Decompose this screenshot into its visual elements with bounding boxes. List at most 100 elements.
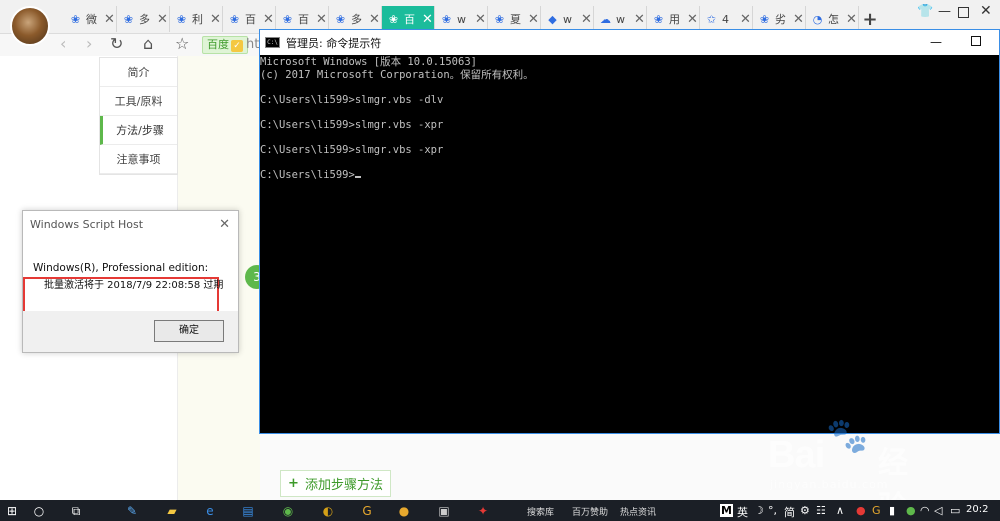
explorer-icon[interactable]: ▤: [240, 503, 256, 519]
baidu-paw-icon: ❀: [441, 12, 452, 26]
add-step-button[interactable]: + 添加步骤方法: [280, 470, 391, 497]
dialog-content: Windows(R), Professional edition: 批量激活将于…: [23, 239, 238, 329]
folder-app-icon[interactable]: ▰: [164, 503, 180, 519]
tray-g-icon[interactable]: G: [872, 504, 881, 517]
tab-close-icon[interactable]: ✕: [581, 13, 592, 26]
tab-close-icon[interactable]: ✕: [210, 13, 221, 26]
tab-title: 多: [351, 13, 362, 26]
taskbar-button-label[interactable]: 百万赞助: [572, 505, 608, 518]
search-icon[interactable]: ○: [31, 503, 47, 519]
cmd-title: 管理员: 命令提示符: [286, 36, 382, 50]
cmd-console[interactable]: Microsoft Windows [版本 10.0.15063] (c) 201…: [260, 55, 999, 182]
baidu-paw-icon: ❀: [176, 12, 187, 26]
baidu-paw-icon: ❀: [653, 12, 664, 26]
cmd-titlebar[interactable]: C:\ 管理员: 命令提示符 —: [260, 30, 999, 55]
sidenav-item[interactable]: 方法/步骤: [100, 116, 177, 145]
minimize-icon[interactable]: —: [938, 4, 951, 19]
ime-language[interactable]: 英: [737, 504, 748, 520]
g-app-icon[interactable]: G: [359, 503, 375, 519]
tray-expand-icon[interactable]: ∧: [836, 504, 844, 517]
avatar[interactable]: [10, 6, 50, 46]
tray-app-icon[interactable]: ●: [856, 504, 866, 517]
home-icon[interactable]: ⌂: [143, 34, 153, 56]
browser-app-icon[interactable]: ◉: [280, 503, 296, 519]
ime-punctuation-icon[interactable]: °,: [768, 504, 777, 517]
ime-toolbox-icon[interactable]: ☷: [816, 504, 826, 517]
favorite-star-icon[interactable]: ☆: [175, 34, 189, 56]
plus-icon: +: [288, 476, 299, 491]
sidenav-item[interactable]: 注意事项: [100, 145, 177, 174]
baidu-paw-icon: ❀: [335, 12, 346, 26]
tab-close-icon[interactable]: ✕: [687, 13, 698, 26]
tab-close-icon[interactable]: ✕: [793, 13, 804, 26]
taskbar-clock[interactable]: 20:2: [966, 504, 988, 515]
tab-title: 利: [192, 13, 203, 26]
cmd-line-text: C:\Users\li599>: [260, 169, 355, 182]
watermark-brand: Bai: [768, 434, 825, 476]
tab-close-icon[interactable]: ✕: [846, 13, 857, 26]
tray-wifi-icon[interactable]: ◠: [920, 504, 930, 517]
article-sidenav: 简介 工具/原料 方法/步骤 注意事项: [99, 57, 178, 175]
forward-icon[interactable]: ›: [86, 34, 92, 56]
cmd-output-line: [260, 132, 999, 145]
ime-simplified[interactable]: 简: [784, 504, 795, 520]
tab-close-icon[interactable]: ✕: [528, 13, 539, 26]
star-icon: ✩: [706, 12, 717, 26]
cmd-minimize-icon[interactable]: —: [930, 35, 942, 49]
dialog-close-icon[interactable]: ✕: [219, 211, 230, 239]
cmd-window[interactable]: C:\ 管理员: 命令提示符 — Microsoft Windows [版本 1…: [259, 29, 1000, 434]
tab-close-icon[interactable]: ✕: [740, 13, 751, 26]
search-engine-badge[interactable]: 百度 ✓: [202, 36, 248, 54]
tray-volume-icon[interactable]: ◁: [934, 504, 942, 517]
back-icon[interactable]: ‹: [60, 34, 66, 56]
edge-icon[interactable]: e: [202, 503, 218, 519]
browser-tab[interactable]: ❀ 利 ✕: [170, 6, 223, 32]
cmd-output-line: [260, 81, 999, 94]
ok-button[interactable]: 确定: [154, 320, 224, 342]
cmd-output-line: [260, 106, 999, 119]
tab-close-icon[interactable]: ✕: [634, 13, 645, 26]
close-window-icon[interactable]: ✕: [980, 3, 992, 19]
dialog-titlebar[interactable]: Windows Script Host ✕: [23, 211, 238, 239]
avatar-app-icon[interactable]: ●: [396, 503, 412, 519]
tab-title: 4: [722, 12, 729, 26]
cmd-taskbar-icon[interactable]: ▣: [436, 503, 452, 519]
tab-close-icon[interactable]: ✕: [316, 13, 327, 26]
sidenav-item[interactable]: 简介: [100, 58, 177, 87]
browser-tab[interactable]: ❀ 多 ✕: [117, 6, 170, 32]
media-app-icon[interactable]: ◐: [320, 503, 336, 519]
taskbar-search-label[interactable]: 搜索库: [527, 505, 554, 518]
tab-title: 百: [404, 13, 415, 26]
refresh-icon[interactable]: ↻: [110, 34, 123, 56]
cmd-maximize-icon[interactable]: [971, 36, 981, 46]
expiry-text: 批量激活将于 2018/7/9 22:08:58 过期: [44, 280, 224, 291]
task-view-icon[interactable]: ⧉: [68, 503, 84, 519]
tab-close-icon[interactable]: ✕: [422, 13, 433, 26]
tab-close-icon[interactable]: ✕: [104, 13, 115, 26]
tab-title: 夏: [510, 13, 521, 26]
tab-title: 百: [245, 13, 256, 26]
cmd-output-line: C:\Users\li599>slmgr.vbs -xpr: [260, 144, 999, 157]
cloud-icon: ☁: [600, 12, 611, 26]
baidu-paw-icon: 🐾: [826, 416, 869, 456]
ime-mode-icon[interactable]: M: [720, 504, 733, 517]
feather-app-icon[interactable]: ✎: [124, 503, 140, 519]
skin-icon[interactable]: 👕: [917, 4, 933, 19]
maximize-icon[interactable]: [958, 7, 969, 18]
tab-close-icon[interactable]: ✕: [369, 13, 380, 26]
tab-close-icon[interactable]: ✕: [263, 13, 274, 26]
tray-notify-icon[interactable]: ▭: [950, 504, 960, 517]
tab-close-icon[interactable]: ✕: [157, 13, 168, 26]
ime-moon-icon[interactable]: ☽: [754, 504, 764, 517]
start-icon[interactable]: ⊞: [4, 503, 20, 519]
browser-tab[interactable]: ❀ 微 ✕: [64, 6, 117, 32]
address-bar[interactable]: ht: [246, 37, 259, 52]
tray-status-icon[interactable]: ●: [906, 504, 916, 517]
ime-settings-icon[interactable]: ⚙: [800, 504, 810, 517]
tab-close-icon[interactable]: ✕: [475, 13, 486, 26]
sidenav-item[interactable]: 工具/原料: [100, 87, 177, 116]
taskbar-badge-label[interactable]: 热点资讯: [620, 505, 656, 518]
tab-title: 用: [669, 13, 680, 26]
puzzle-app-icon[interactable]: ✦: [475, 503, 491, 519]
tray-network-icon[interactable]: ▮: [889, 504, 895, 517]
